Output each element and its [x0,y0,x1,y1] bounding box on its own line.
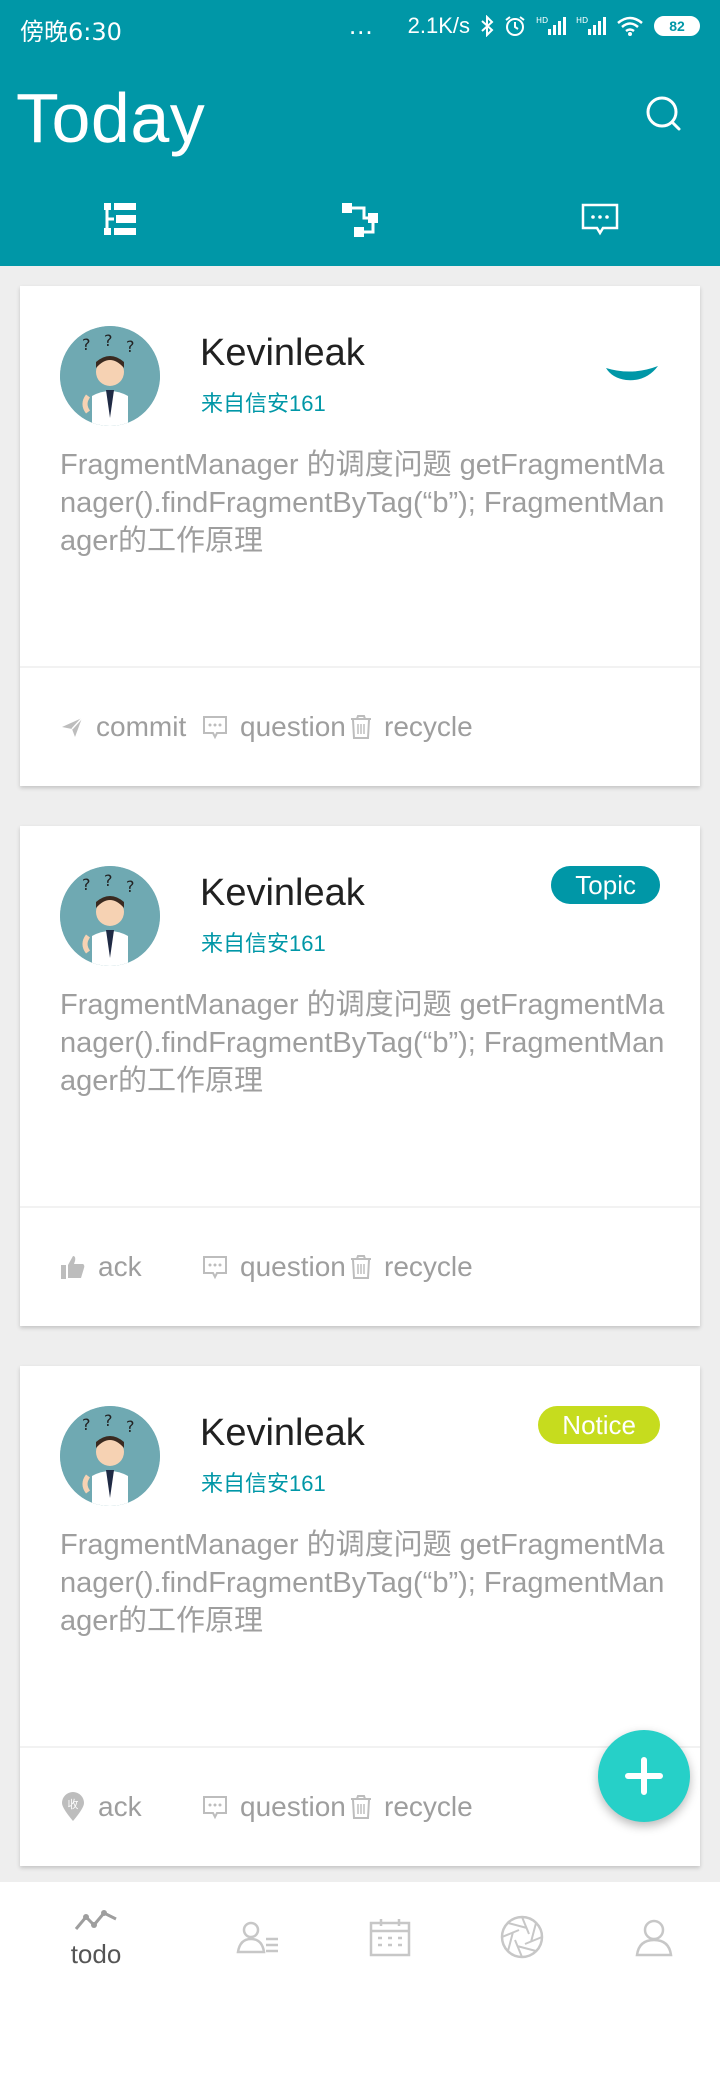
wifi-icon [616,15,644,37]
post-card[interactable]: ? ? ? Kevinleak 来自信安161 Topic FragmentMa… [20,826,700,1326]
signal-icon-2: HD [576,15,606,37]
trend-icon [74,1909,117,1930]
nav-todo[interactable]: todo [24,1882,168,1992]
wave-badge-icon [606,366,658,381]
nav-calendar[interactable] [318,1882,462,1992]
avatar[interactable]: ? ? ? [60,1406,160,1506]
action-label: question [240,1251,346,1282]
trash-icon [351,1795,371,1819]
svg-text:?: ? [82,875,91,894]
app-header: 傍晚6:30 ... 2.1K/s HD HD 82 Today [0,0,720,266]
svg-text:?: ? [126,337,135,356]
trash-icon [351,715,371,739]
message-icon [581,203,619,236]
send-icon [62,717,83,737]
question-button[interactable]: question [202,1208,346,1326]
page-title: Today [16,79,206,157]
nav-label: todo [70,1938,122,1969]
comment-icon [203,1796,227,1820]
plus-icon [625,1757,663,1795]
action-label: ack [98,1251,142,1282]
signal-icon: HD [536,15,566,37]
ack-button[interactable]: ack [60,1208,142,1326]
thumbs-up-icon [61,1256,85,1279]
action-label: question [240,711,346,742]
post-card[interactable]: ? ? ? Kevinleak 来自信安161 Notice FragmentM… [20,1366,700,1866]
aperture-icon [500,1915,544,1959]
comment-icon [203,716,227,740]
action-label: recycle [384,711,473,742]
author-source: 来自信安161 [201,931,326,956]
alarm-icon [504,15,526,37]
card-actions: commit question recycle [20,668,700,786]
author-name[interactable]: Kevinleak [200,872,365,915]
card-actions: ack question recycle [20,1208,700,1326]
notice-badge: Notice [538,1406,660,1444]
svg-text:HD: HD [536,16,548,25]
svg-text:?: ? [104,331,113,350]
question-button[interactable]: question [202,668,346,786]
add-button[interactable] [598,1730,690,1822]
action-label: recycle [384,1791,473,1822]
nav-contacts[interactable] [186,1882,330,1992]
author-source: 来自信安161 [201,391,326,416]
author-source: 来自信安161 [201,1471,326,1496]
post-content: FragmentManager 的调度问题 getFragmentManager… [60,1529,665,1637]
author-name[interactable]: Kevinleak [200,332,365,375]
action-label: question [240,1791,346,1822]
tab-flow[interactable] [240,186,480,252]
svg-text:?: ? [104,1411,113,1430]
ack-button[interactable]: 收 ack [60,1748,142,1866]
post-content: FragmentManager 的调度问题 getFragmentManager… [60,449,665,557]
more-dots: ... [348,10,374,40]
network-speed: 2.1K/s [407,12,470,38]
user-icon [635,1919,673,1957]
nav-discover[interactable] [450,1882,594,1992]
battery-indicator: 82 [654,15,700,36]
tree-list-icon [104,203,136,235]
status-bar: 傍晚6:30 ... 2.1K/s HD HD 82 [0,0,720,52]
card-list[interactable]: ? ? ? Kevinleak 来自信安161 FragmentManager … [0,266,720,1882]
status-indicators: ... 2.1K/s HD HD 82 [349,10,700,41]
avatar[interactable]: ? ? ? [60,866,160,966]
question-button[interactable]: question [202,1748,346,1866]
svg-text:?: ? [82,1415,91,1434]
recycle-button[interactable]: recycle [350,668,473,786]
tab-list[interactable] [0,186,240,252]
calendar-icon [369,1919,411,1957]
tab-messages[interactable] [480,186,720,252]
action-label: ack [98,1791,142,1822]
status-time: 傍晚6:30 [20,18,122,46]
trash-icon [351,1255,371,1279]
post-content: FragmentManager 的调度问题 getFragmentManager… [60,989,665,1097]
svg-text:?: ? [126,1417,135,1436]
comment-icon [203,1256,227,1280]
search-icon [646,96,681,131]
contacts-icon [236,1921,278,1954]
search-button[interactable] [642,92,686,136]
svg-text:?: ? [126,877,135,896]
header-tabs [0,186,720,252]
author-name[interactable]: Kevinleak [200,1412,365,1455]
pin-label: 收 [68,1797,79,1811]
bottom-navigation: todo [0,1882,720,2086]
svg-text:HD: HD [576,16,588,25]
recycle-button[interactable]: recycle [350,1208,473,1326]
svg-text:?: ? [104,871,113,890]
avatar[interactable]: ? ? ? [60,326,160,426]
svg-text:?: ? [82,335,91,354]
location-pin-icon: 收 [62,1792,84,1821]
flow-icon [342,203,378,237]
post-card[interactable]: ? ? ? Kevinleak 来自信安161 FragmentManager … [20,286,700,786]
action-label: commit [96,711,187,742]
topic-badge: Topic [551,866,660,904]
bluetooth-icon [480,14,494,37]
commit-button[interactable]: commit [60,668,186,786]
recycle-button[interactable]: recycle [350,1748,473,1866]
nav-profile[interactable] [582,1882,720,1992]
action-label: recycle [384,1251,473,1282]
